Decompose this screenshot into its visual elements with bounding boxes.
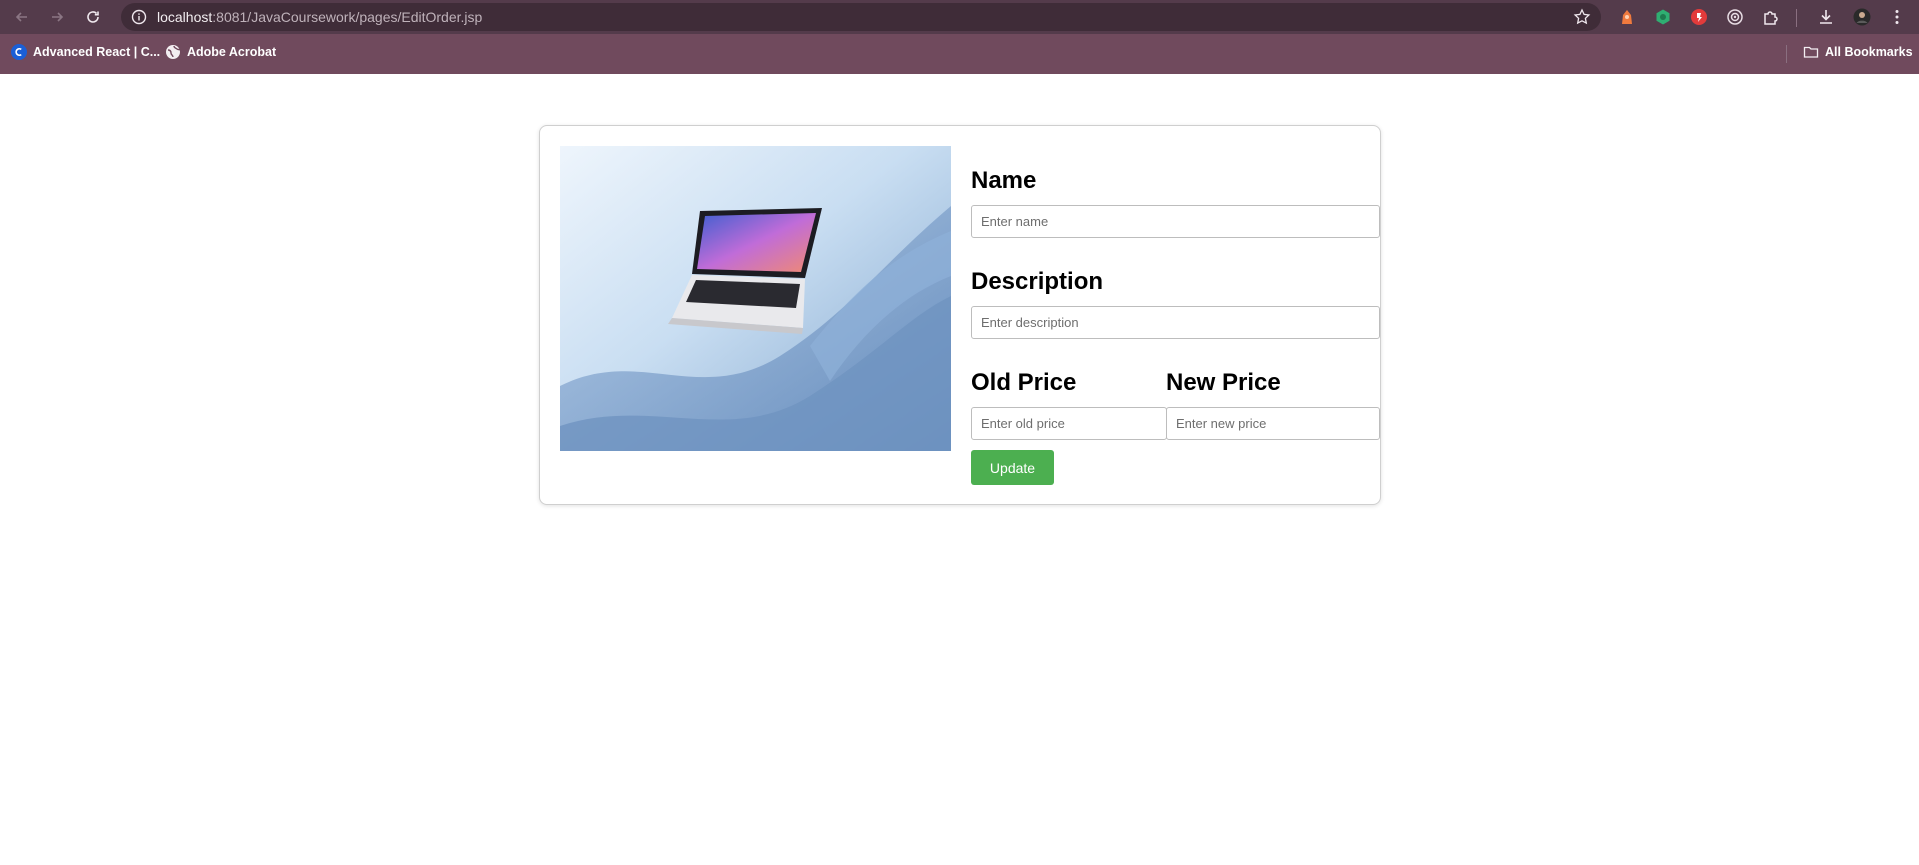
- extension-target-icon[interactable]: [1725, 7, 1745, 27]
- new-price-input[interactable]: [1166, 407, 1380, 440]
- bookmarks-bar: Advanced React | C... Adobe Acrobat All …: [0, 34, 1919, 74]
- product-image: [560, 146, 951, 451]
- bookmark-adobe-acrobat[interactable]: Adobe Acrobat: [165, 44, 276, 60]
- back-button[interactable]: [10, 5, 34, 29]
- arrow-right-icon: [52, 12, 64, 22]
- bookmark-advanced-react[interactable]: Advanced React | C...: [11, 44, 160, 60]
- address-bar[interactable]: localhost:8081/JavaCoursework/pages/Edit…: [121, 3, 1601, 31]
- extension-fox-icon[interactable]: [1617, 7, 1637, 27]
- description-input[interactable]: [971, 306, 1380, 339]
- profile-avatar-icon[interactable]: [1852, 7, 1872, 27]
- globe-icon: [165, 44, 181, 60]
- name-label: Name: [971, 167, 1037, 194]
- update-button[interactable]: Update: [971, 450, 1054, 485]
- browser-toolbar: localhost:8081/JavaCoursework/pages/Edit…: [0, 0, 1919, 34]
- new-price-label: New Price: [1166, 369, 1281, 396]
- url-text: localhost:8081/JavaCoursework/pages/Edit…: [157, 9, 483, 25]
- extension-red-icon[interactable]: [1689, 7, 1709, 27]
- forward-button[interactable]: [45, 5, 69, 29]
- name-input[interactable]: [971, 205, 1380, 238]
- folder-icon: [1803, 46, 1819, 58]
- extension-green-icon[interactable]: [1653, 7, 1673, 27]
- old-price-input[interactable]: [971, 407, 1167, 440]
- all-bookmarks-button[interactable]: All Bookmarks: [1803, 44, 1913, 60]
- edit-order-card: Name Description Old Price New Price Upd…: [539, 125, 1381, 505]
- old-price-label: Old Price: [971, 369, 1077, 396]
- c-logo-icon: [11, 44, 27, 60]
- downloads-icon[interactable]: [1816, 7, 1836, 27]
- site-info-icon[interactable]: [131, 9, 147, 25]
- arrow-left-icon: [15, 12, 27, 22]
- reload-icon: [87, 11, 99, 23]
- extensions-puzzle-icon[interactable]: [1761, 7, 1781, 27]
- bookmark-star-icon[interactable]: [1573, 8, 1591, 26]
- edit-order-form: Name Description Old Price New Price Upd…: [971, 126, 1381, 504]
- description-label: Description: [971, 268, 1104, 295]
- menu-dots-icon[interactable]: [1887, 7, 1907, 27]
- reload-button[interactable]: [81, 5, 105, 29]
